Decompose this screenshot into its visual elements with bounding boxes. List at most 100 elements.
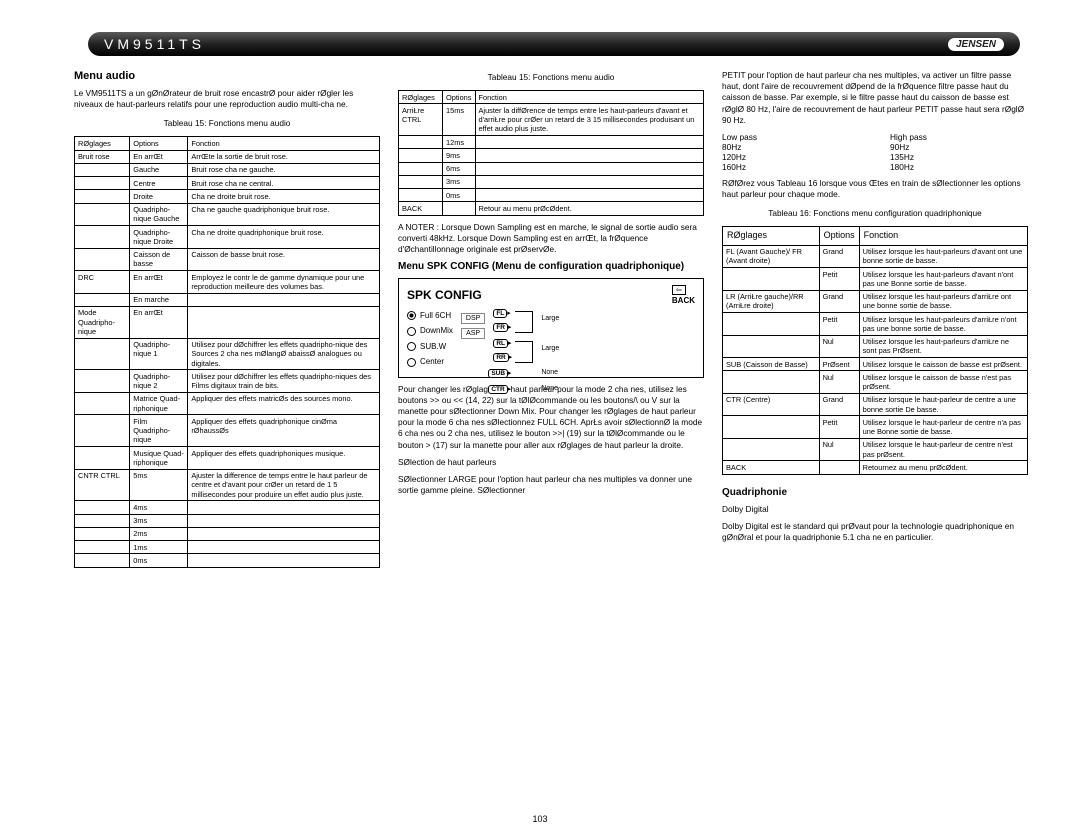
radio-center[interactable]: Center: [407, 357, 453, 366]
page-number: 103: [0, 814, 1080, 824]
t15-caption-1: Tableau 15: Fonctions menu audio: [74, 118, 380, 128]
spk-config-heading: Menu SPK CONFIG (Menu de configuration q…: [398, 261, 704, 272]
table-row: CNTR CTRL5msAjuster la difference de tem…: [75, 469, 380, 501]
table-row: 9ms: [399, 149, 704, 162]
table-row: BACKRetour au menu prØcØdent.: [399, 202, 704, 215]
table-row: NulUtilisez lorsque le haut-parleur de c…: [723, 438, 1028, 461]
table-header: Fonction: [188, 137, 380, 150]
table-row: CTR (Centre)GrandUtilisez lorsque le hau…: [723, 393, 1028, 416]
spk-para-2: SØlection de haut parleurs: [398, 457, 704, 468]
table-row: Matrice Quad-riphoniqueAppliquer des eff…: [75, 392, 380, 415]
table-row: GaucheBruit rose cha ne gauche.: [75, 163, 380, 176]
title-bar: VM9511TS JENSEN: [88, 32, 1020, 56]
t16-caption: Tableau 16: Fonctions menu configuration…: [722, 208, 1028, 218]
freq-cell: 160Hz: [722, 162, 860, 172]
table-header: RØglages: [75, 137, 130, 150]
menu-audio-heading: Menu audio: [74, 70, 380, 82]
table-row: 12ms: [399, 136, 704, 149]
asp-chip[interactable]: ASP: [461, 328, 485, 339]
note-text: A NOTER : Lorsque Down Sampling est en m…: [398, 222, 704, 256]
spk-para-1: Pour changer les rØglages de haut parleu…: [398, 384, 704, 451]
table-row: FL (Avant Gauche)/ FR (Avant droite)Gran…: [723, 245, 1028, 268]
table-row: NulUtilisez lorsque le caisson de basse …: [723, 371, 1028, 394]
freq-cell: 90Hz: [890, 142, 1028, 152]
table-row: Quadripho-nique GaucheCha ne gauche quad…: [75, 203, 380, 226]
freq-cell: 135Hz: [890, 152, 1028, 162]
spk-para-3: SØlectionner LARGE pour l'option haut pa…: [398, 474, 704, 496]
col-1: Menu audio Le VM9511TS a un gØnØrateur d…: [74, 70, 380, 802]
freq-cell: Low pass: [722, 132, 860, 142]
col3-p1: RØfØrez vous Tableau 16 lorsque vous Œte…: [722, 178, 1028, 200]
dolby-para: Dolby Digital est le standard qui prØvau…: [722, 521, 1028, 543]
table-row: En marche: [75, 293, 380, 306]
radio-downmix[interactable]: DownMix: [407, 326, 453, 335]
table-16: RØglagesOptionsFonction FL (Avant Gauche…: [722, 226, 1028, 474]
quadriphonie-heading: Quadriphonie: [722, 487, 1028, 498]
table-15-right: RØglagesOptionsFonction ArriŁre CTRL15ms…: [398, 90, 704, 216]
table-row: NulUtilisez lorsque les haut-parleurs d'…: [723, 335, 1028, 358]
model-title: VM9511TS: [104, 36, 205, 52]
col-3: PETIT pour l'option de haut parleur cha …: [722, 70, 1028, 802]
dsp-chip[interactable]: DSP: [461, 313, 485, 324]
table-row: Bruit roseEn arrŒtArrŒte la sortie de br…: [75, 150, 380, 163]
table-row: 2ms: [75, 527, 380, 540]
table-header: RØglages: [723, 227, 820, 245]
table-row: Quadripho-nique 2Utilisez pour dØchiffre…: [75, 370, 380, 393]
table-row: 0ms: [399, 189, 704, 202]
table-row: ArriŁre CTRL15msAjuster la diffØrence de…: [399, 104, 704, 136]
val-none-2: None: [541, 385, 558, 392]
table-header: RØglages: [399, 91, 443, 104]
table-row: PetitUtilisez lorsque les haut-parleurs …: [723, 268, 1028, 291]
brand-logo: JENSEN: [948, 38, 1004, 51]
table-row: Mode Quadripho-niqueEn arrŒt: [75, 306, 380, 338]
freq-cell: 120Hz: [722, 152, 860, 162]
page-body: Menu audio Le VM9511TS a un gØnØrateur d…: [74, 70, 1028, 802]
table-row: CentreBruit rose cha ne central.: [75, 177, 380, 190]
table-row: 3ms: [399, 175, 704, 188]
table-row: PetitUtilisez lorsque le haut-parleur de…: [723, 416, 1028, 439]
radio-subw[interactable]: SUB.W: [407, 342, 453, 351]
spk-config-panel: SPK CONFIG ⇦ BACK Full 6CH DownMix SUB.W…: [398, 278, 704, 378]
col3-p0: PETIT pour l'option de haut parleur cha …: [722, 70, 1028, 126]
col-2: Tableau 15: Fonctions menu audio RØglage…: [398, 70, 704, 802]
table-header: Options: [443, 91, 475, 104]
table-row: LR (ArriŁre gauche)/RR (ArriŁre droite)G…: [723, 290, 1028, 313]
dolby-sub: Dolby Digital: [722, 504, 1028, 515]
table-row: Film Quadripho-niqueAppliquer des effets…: [75, 415, 380, 447]
radio-full6ch[interactable]: Full 6CH: [407, 311, 453, 320]
table-row: 4ms: [75, 501, 380, 514]
table-header: Options: [819, 227, 859, 245]
table-row: Quadripho-nique DroiteCha ne droite quad…: [75, 226, 380, 249]
intro-text: Le VM9511TS a un gØnØrateur de bruit ros…: [74, 88, 380, 110]
spk-panel-title: SPK CONFIG: [407, 288, 482, 302]
spk-diagram: FL▸ FR▸ RL▸ RR▸ SUB▸ CTR▸ Large Large No…: [493, 311, 695, 367]
freq-cell: 80Hz: [722, 142, 860, 152]
val-large-2: Large: [541, 345, 559, 352]
t15-caption-2: Tableau 15: Fonctions menu audio: [398, 72, 704, 82]
table-header: Fonction: [859, 227, 1027, 245]
back-arrow-icon: ⇦: [672, 285, 686, 295]
table-15-left: RØglagesOptionsFonction Bruit roseEn arr…: [74, 136, 380, 567]
freq-table: Low pass80Hz120Hz160Hz High pass90Hz135Hz…: [722, 132, 1028, 172]
freq-cell: High pass: [890, 132, 1028, 142]
table-header: Fonction: [475, 91, 704, 104]
table-row: Quadripho-nique 1Utilisez pour dØchiffre…: [75, 338, 380, 370]
table-row: BACKRetournez au menu prØcØdent.: [723, 461, 1028, 474]
table-row: DRCEn arrŒtEmployez le contr le de gamme…: [75, 271, 380, 294]
table-row: 1ms: [75, 541, 380, 554]
val-large-1: Large: [541, 315, 559, 322]
table-row: 6ms: [399, 162, 704, 175]
spk-radio-group[interactable]: Full 6CH DownMix SUB.W Center: [407, 311, 453, 367]
table-row: 3ms: [75, 514, 380, 527]
table-row: SUB (Caisson de Basse)PrØsentUtilisez lo…: [723, 358, 1028, 371]
table-row: Musique Quad-riphoniqueAppliquer des eff…: [75, 447, 380, 470]
table-row: DroiteCha ne droite bruit rose.: [75, 190, 380, 203]
spk-mid-buttons: DSP ASP: [461, 313, 485, 367]
table-header: Options: [130, 137, 188, 150]
freq-cell: 180Hz: [890, 162, 1028, 172]
back-button[interactable]: ⇦ BACK: [672, 285, 695, 305]
table-row: PetitUtilisez lorsque les haut-parleurs …: [723, 313, 1028, 336]
table-row: 0ms: [75, 554, 380, 567]
val-none-1: None: [541, 369, 558, 376]
table-row: Caisson de basseCaisson de basse bruit r…: [75, 248, 380, 271]
